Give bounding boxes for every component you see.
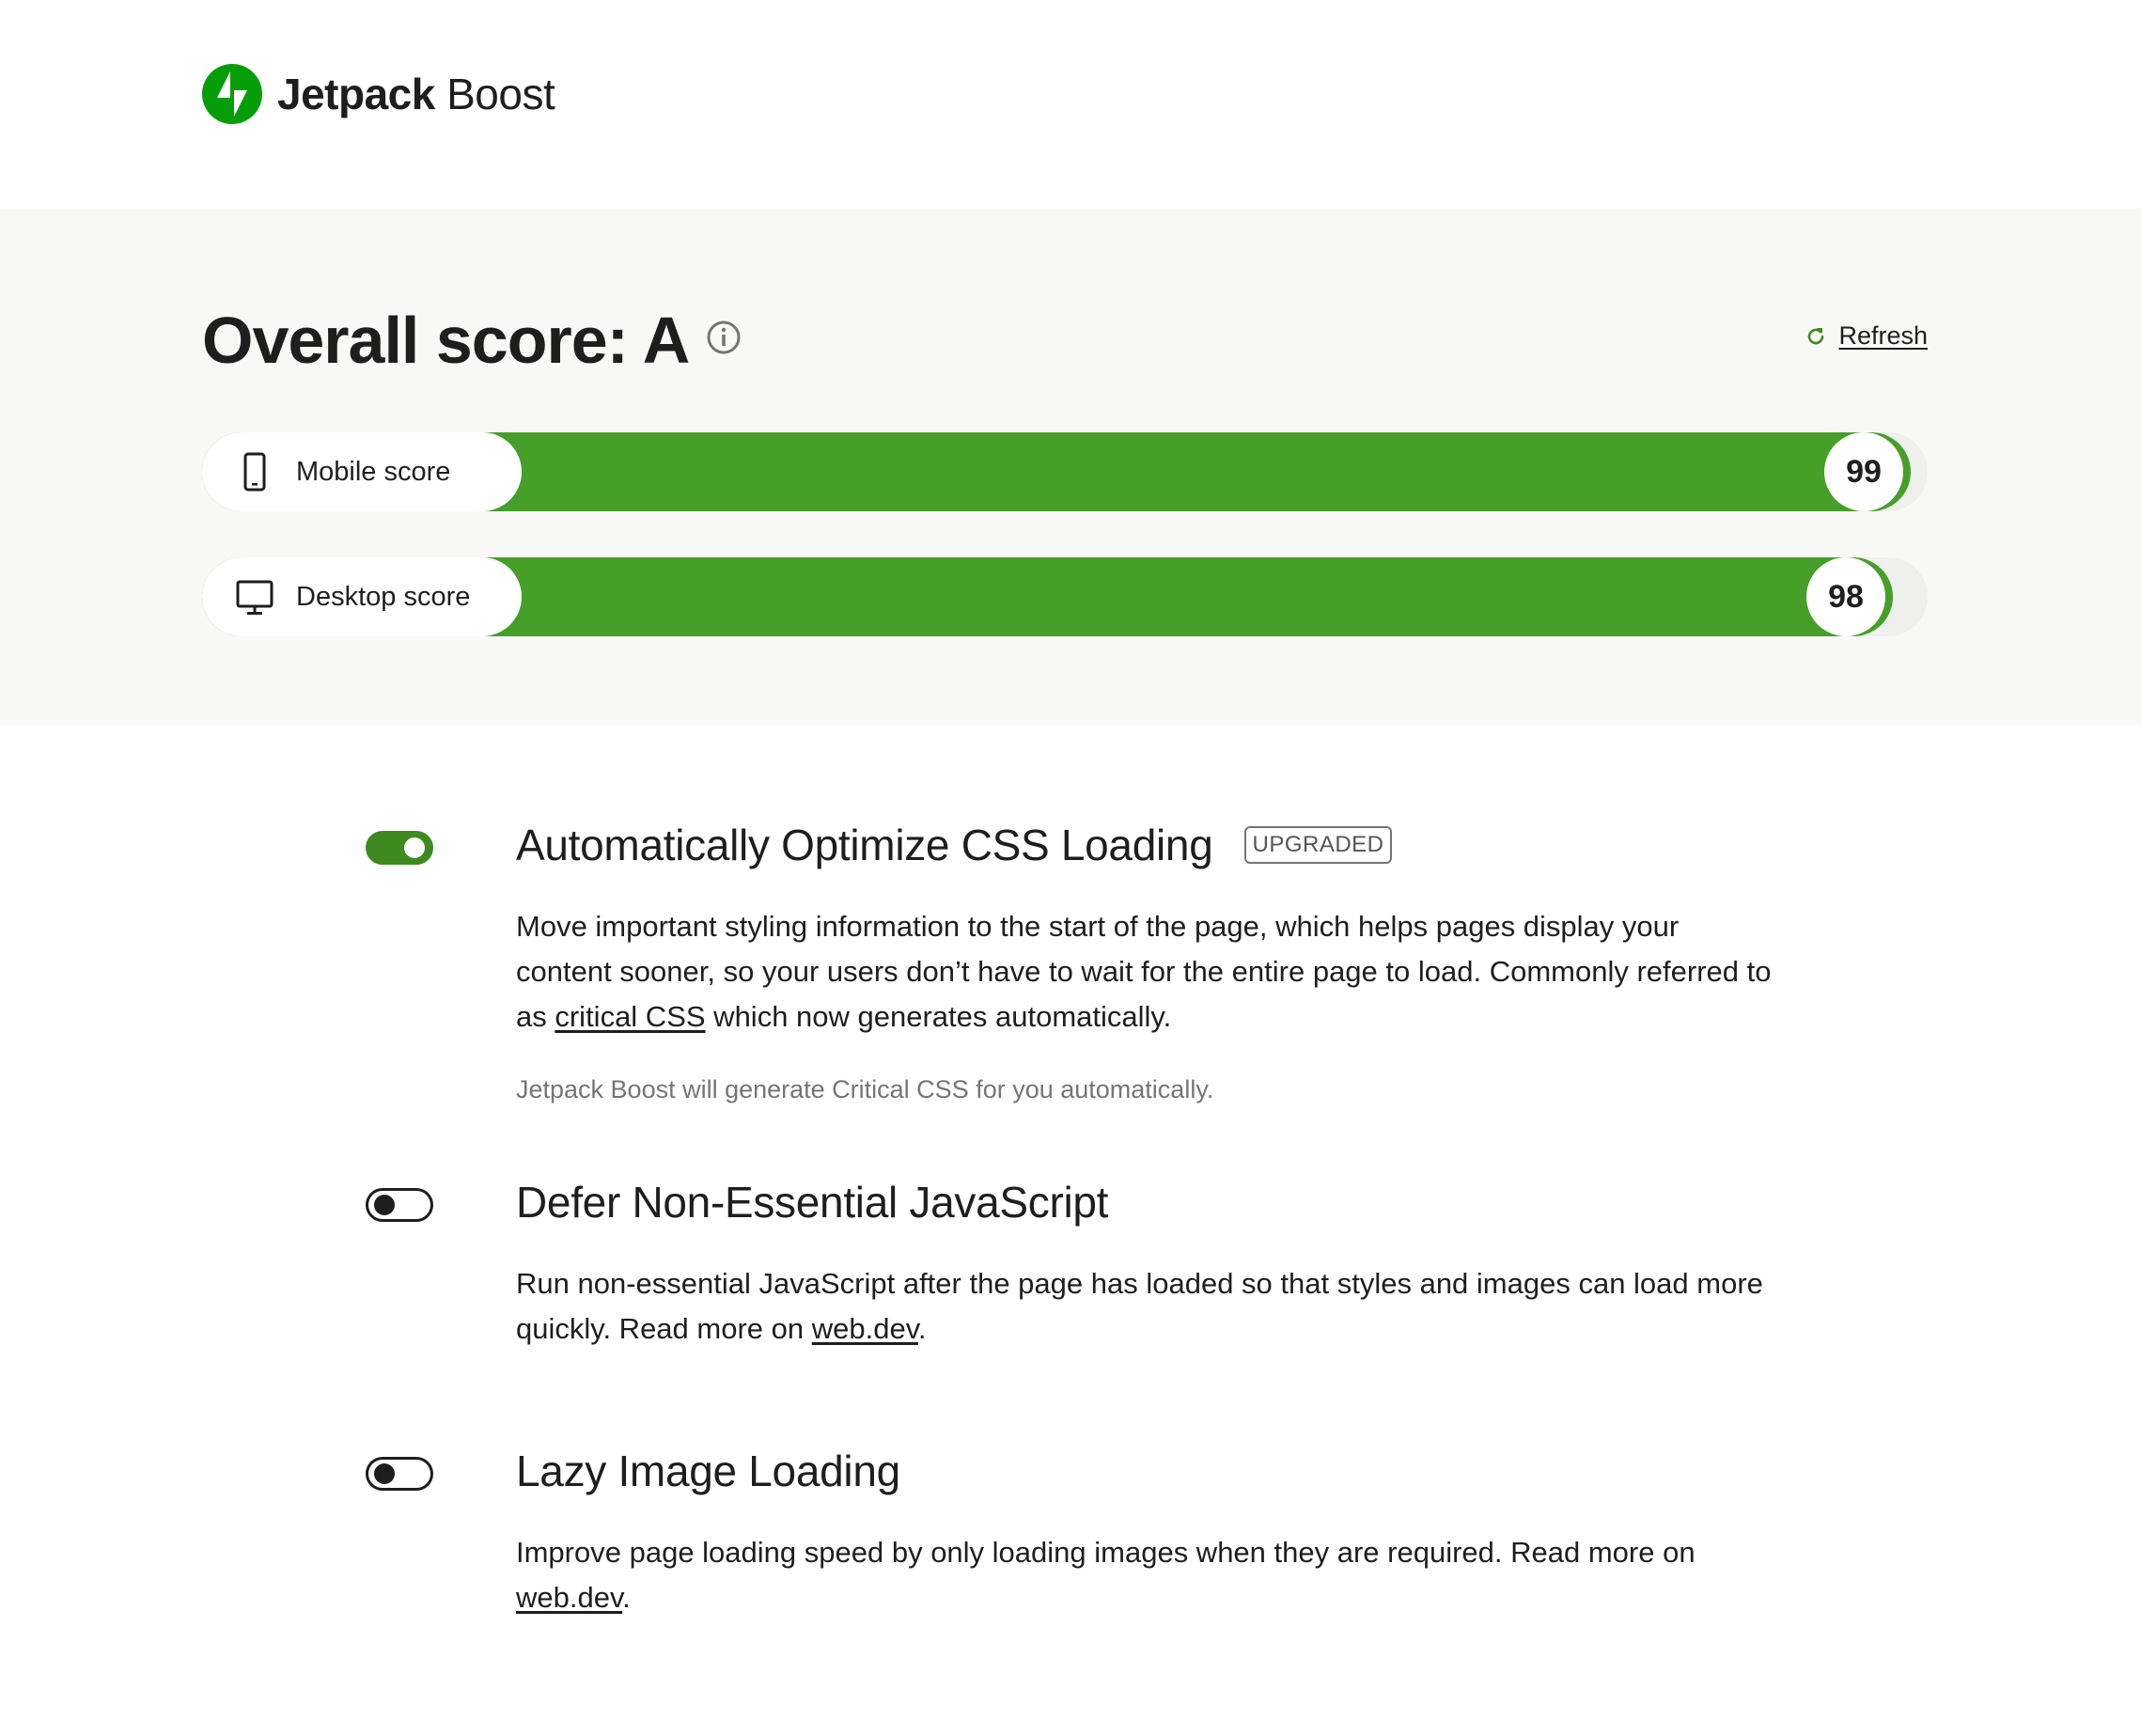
brand-name-bold: Jetpack	[277, 70, 435, 118]
module-title: Defer Non-Essential JavaScript	[516, 1178, 1109, 1227]
critical-css-toggle[interactable]	[366, 831, 433, 865]
score-section: Overall score: A Refresh Mobile score 99	[0, 209, 2141, 726]
module-description-text: Improve page loading speed by only loadi…	[516, 1536, 1696, 1569]
desktop-score-bar: Desktop score 98	[202, 557, 1928, 636]
mobile-score-value: 99	[1824, 432, 1903, 511]
smartphone-icon	[243, 452, 266, 492]
jetpack-boost-logo[interactable]: Jetpack Boost	[202, 64, 555, 124]
desktop-score-label: Desktop score	[202, 557, 522, 636]
module-description-text-end: .	[917, 1312, 927, 1345]
refresh-button[interactable]: Refresh	[1805, 321, 1928, 351]
toggle-knob	[374, 1195, 395, 1215]
module-description: Run non-essential JavaScript after the p…	[516, 1261, 1775, 1352]
jetpack-bolt-icon	[202, 64, 262, 124]
web-dev-link[interactable]: web.dev	[812, 1312, 918, 1345]
refresh-label: Refresh	[1838, 321, 1928, 350]
toggle-knob	[374, 1463, 395, 1484]
monitor-icon	[236, 580, 273, 615]
upgraded-badge: UPGRADED	[1244, 826, 1392, 864]
module-description: Improve page loading speed by only loadi…	[516, 1530, 1775, 1620]
mobile-score-label-text: Mobile score	[296, 456, 451, 487]
critical-css-link[interactable]: critical CSS	[555, 1000, 705, 1033]
desktop-score-label-text: Desktop score	[296, 581, 471, 612]
header: Jetpack Boost	[0, 0, 2141, 209]
web-dev-link[interactable]: web.dev	[516, 1581, 622, 1614]
module-description-text: Run non-essential JavaScript after the p…	[516, 1267, 1763, 1345]
mobile-score-bar: Mobile score 99	[202, 432, 1928, 511]
mobile-score-label: Mobile score	[202, 432, 522, 511]
overall-score-title: Overall score: A	[202, 304, 690, 377]
brand-name: Jetpack Boost	[277, 69, 555, 119]
module-description-text-end: which now generates automatically.	[705, 1000, 1172, 1033]
module-description: Move important styling information to th…	[516, 904, 1775, 1040]
desktop-score-value: 98	[1806, 557, 1885, 636]
overall-score: Overall score: A	[202, 303, 742, 378]
module-title-row: Lazy Image Loading	[516, 1446, 900, 1496]
lazy-images-toggle[interactable]	[366, 1457, 433, 1491]
defer-js-toggle[interactable]	[366, 1188, 433, 1222]
module-status-note: Jetpack Boost will generate Critical CSS…	[516, 1075, 1214, 1103]
toggle-knob	[404, 837, 425, 858]
module-title: Automatically Optimize CSS Loading	[516, 821, 1213, 869]
module-title-row: Automatically Optimize CSS Loading UPGRA…	[516, 820, 1392, 870]
module-description-text-end: .	[622, 1581, 631, 1614]
info-icon[interactable]	[706, 320, 742, 355]
refresh-icon	[1808, 327, 1824, 344]
module-title-row: Defer Non-Essential JavaScript	[516, 1177, 1108, 1228]
module-title: Lazy Image Loading	[516, 1447, 900, 1495]
brand-name-light: Boost	[446, 70, 555, 118]
